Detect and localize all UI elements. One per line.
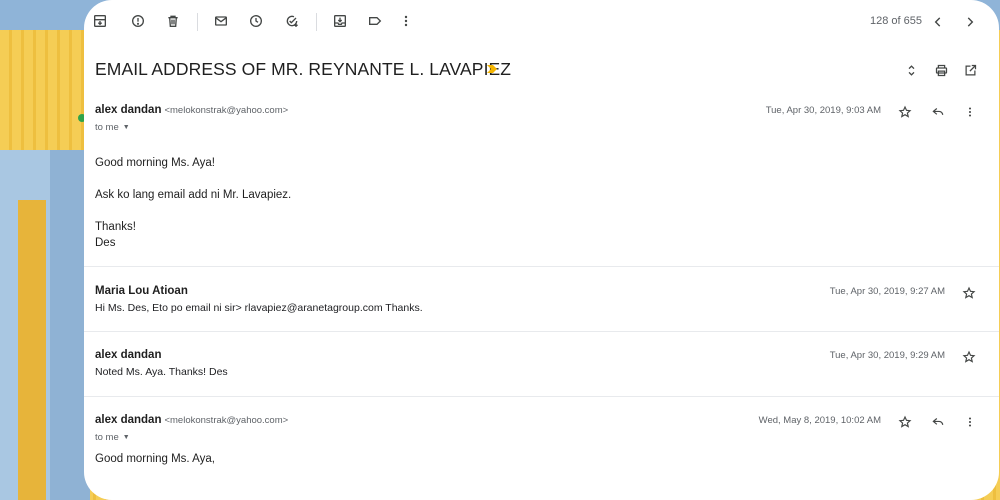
sender-email: <melokonstrak@yahoo.com> [164, 415, 289, 426]
star-icon[interactable] [896, 103, 914, 121]
toolbar-separator [197, 13, 198, 31]
sender-line: Maria Lou Atioan [95, 285, 188, 297]
message-snippet: Hi Ms. Des, Eto po email ni sir> rlavapi… [95, 302, 423, 314]
reply-icon[interactable] [929, 103, 947, 121]
background-strip [18, 200, 46, 500]
message-date: Tue, Apr 30, 2019, 9:27 AM [829, 286, 945, 297]
label-icon[interactable] [365, 11, 385, 31]
mark-unread-icon[interactable] [211, 11, 231, 31]
sender-line: alex dandan <melokonstrak@yahoo.com> [95, 414, 288, 426]
message-body-line: Good morning Ms. Aya! [95, 157, 215, 169]
message-body-line: Good morning Ms. Aya, [95, 453, 215, 465]
sender-name: alex dandan [95, 414, 162, 426]
chevron-right-icon[interactable] [960, 12, 980, 32]
message-body-line: Thanks! [95, 221, 136, 233]
message-date: Tue, Apr 30, 2019, 9:29 AM [829, 350, 945, 361]
importance-marker-icon[interactable] [486, 64, 498, 74]
mail-reading-pane: 128 of 655 EMAIL ADDRESS OF MR. REYNANTE… [84, 0, 999, 500]
pagination-count: 128 of 655 [870, 15, 922, 27]
report-spam-icon[interactable] [128, 11, 148, 31]
message-divider [84, 331, 999, 332]
sender-line: alex dandan [95, 349, 161, 361]
more-vert-icon[interactable] [961, 413, 979, 431]
caret-down-icon: ▼ [122, 434, 130, 441]
sender-email: <melokonstrak@yahoo.com> [164, 105, 289, 116]
recipient-label: to me [95, 122, 119, 133]
recipient-details[interactable]: to me ▼ [95, 122, 130, 133]
message-snippet: Noted Ms. Aya. Thanks! Des [95, 366, 228, 378]
expand-all-icon[interactable] [900, 59, 922, 81]
message-date: Tue, Apr 30, 2019, 9:03 AM [765, 105, 881, 116]
print-icon[interactable] [930, 59, 952, 81]
thread-subject: EMAIL ADDRESS OF MR. REYNANTE L. LAVAPIE… [95, 59, 512, 79]
toolbar-separator [316, 13, 317, 31]
message-body-line: Des [95, 237, 116, 249]
chevron-left-icon[interactable] [928, 12, 948, 32]
delete-icon[interactable] [163, 11, 183, 31]
caret-down-icon: ▼ [122, 124, 130, 131]
message-divider [84, 266, 999, 267]
thread-subject-row: EMAIL ADDRESS OF MR. REYNANTE L. LAVAPIE… [84, 56, 999, 86]
archive-icon[interactable] [90, 11, 110, 31]
more-vert-icon[interactable] [961, 103, 979, 121]
message-toolbar: 128 of 655 [84, 0, 999, 44]
star-icon[interactable] [960, 348, 978, 366]
message-collapsed[interactable]: alex dandan Tue, Apr 30, 2019, 9:29 AM N… [84, 344, 999, 394]
star-icon[interactable] [960, 284, 978, 302]
reply-icon[interactable] [929, 413, 947, 431]
message-expanded[interactable]: alex dandan <melokonstrak@yahoo.com> to m… [84, 410, 999, 500]
snooze-icon[interactable] [246, 11, 266, 31]
message-date: Wed, May 8, 2019, 10:02 AM [758, 415, 881, 426]
more-vert-icon[interactable] [396, 11, 416, 31]
recipient-label: to me [95, 432, 119, 443]
sender-name: alex dandan [95, 104, 162, 116]
star-icon[interactable] [896, 413, 914, 431]
message-body-line: Ask ko lang email add ni Mr. Lavapiez. [95, 189, 292, 201]
sender-name: alex dandan [95, 349, 162, 361]
message-expanded[interactable]: alex dandan <melokonstrak@yahoo.com> to m… [84, 100, 999, 266]
sender-line: alex dandan <melokonstrak@yahoo.com> [95, 104, 288, 116]
open-new-window-icon[interactable] [959, 59, 981, 81]
sender-name: Maria Lou Atioan [95, 285, 188, 297]
message-collapsed[interactable]: Maria Lou Atioan Tue, Apr 30, 2019, 9:27… [84, 280, 999, 330]
message-divider [84, 396, 999, 397]
move-to-icon[interactable] [330, 11, 350, 31]
recipient-details[interactable]: to me ▼ [95, 432, 130, 443]
add-to-tasks-icon[interactable] [282, 11, 302, 31]
